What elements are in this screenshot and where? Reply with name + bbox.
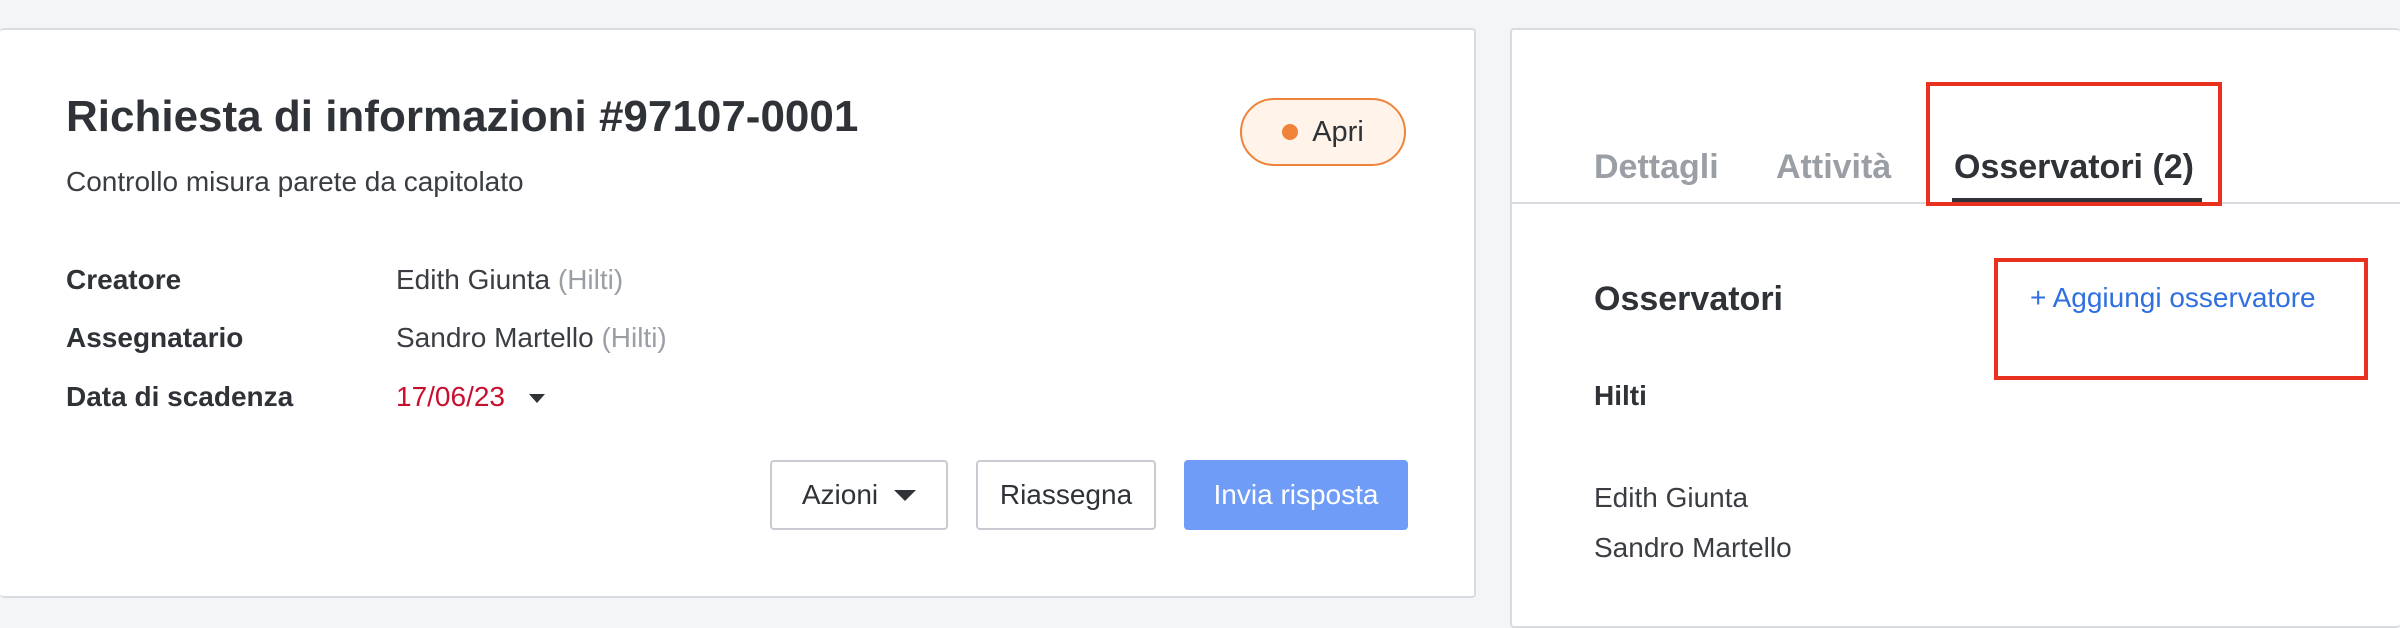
assignee-value: Sandro Martello (Hilti) <box>396 322 667 354</box>
creator-org: (Hilti) <box>557 264 624 295</box>
tab-details[interactable]: Dettagli <box>1594 148 1719 187</box>
assignee-label: Assegnatario <box>66 322 244 353</box>
assignee-org: (Hilti) <box>601 322 667 353</box>
observer-item: Sandro Martello <box>1594 532 1792 563</box>
observers-title: Osservatori <box>1594 280 1783 318</box>
tab-activity[interactable]: Attività <box>1776 148 1891 187</box>
due-date-value[interactable]: 17/06/23 <box>396 381 545 413</box>
creator-name: Edith Giunta <box>396 264 551 295</box>
status-label: Apri <box>1312 115 1364 148</box>
highlight-box-observers-tab <box>1926 82 2222 206</box>
due-date-label: Data di scadenza <box>66 381 294 412</box>
status-dot-icon <box>1282 124 1299 140</box>
due-date: 17/06/23 <box>396 381 505 412</box>
actions-button[interactable]: Azioni <box>770 460 948 530</box>
observer-group-title: Hilti <box>1594 380 1647 411</box>
creator-label: Creatore <box>66 264 182 295</box>
status-badge[interactable]: Apri <box>1240 98 1406 166</box>
chevron-down-icon[interactable] <box>529 394 545 404</box>
actions-label: Azioni <box>801 479 879 510</box>
send-response-button[interactable]: Invia risposta <box>1184 460 1408 530</box>
request-subtitle: Controllo misura parete da capitolato <box>66 166 524 197</box>
reassign-button[interactable]: Riassegna <box>976 460 1156 530</box>
caret-down-icon <box>894 489 917 501</box>
assignee-name: Sandro Martello <box>396 322 594 353</box>
highlight-box-add-observer <box>1994 258 2368 380</box>
request-title: Richiesta di informazioni #97107-0001 <box>66 92 859 141</box>
request-card: Richiesta di informazioni #97107-0001 Co… <box>0 28 1476 598</box>
observer-item: Edith Giunta <box>1594 482 1749 513</box>
creator-value: Edith Giunta (Hilti) <box>396 264 623 296</box>
